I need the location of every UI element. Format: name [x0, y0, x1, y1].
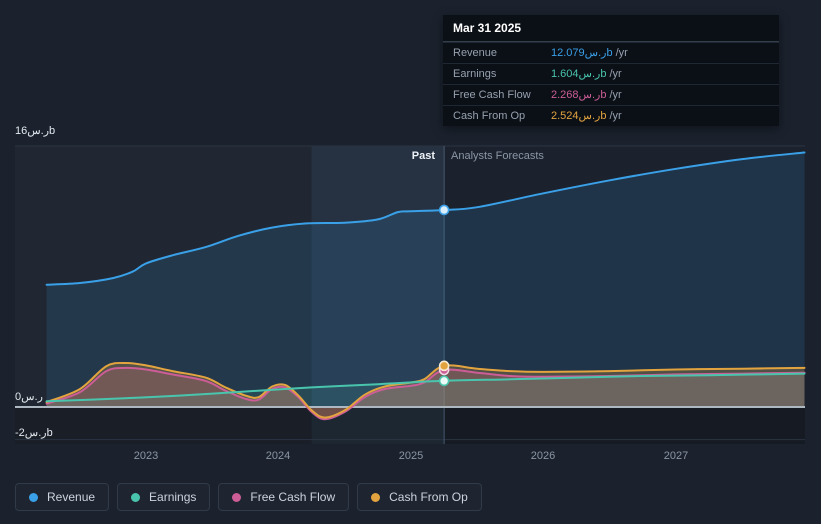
- tooltip-value: 2.268ر.سb: [551, 89, 607, 101]
- forecast-section-label: Analysts Forecasts: [451, 150, 544, 162]
- chart-panel: Past Analysts Forecasts 16ر.سb 0ر.س -2ر.…: [0, 0, 821, 524]
- x-tick-2025: 2025: [398, 450, 424, 462]
- tooltip-row-free-cash-flow: Free Cash Flow 2.268ر.سb /yr: [443, 84, 779, 105]
- tooltip-date: Mar 31 2025: [443, 15, 779, 42]
- tooltip-row-revenue: Revenue 12.079ر.سb /yr: [443, 42, 779, 63]
- cash-from-op-marker[interactable]: [438, 360, 450, 372]
- free-cash-flow-dot-icon: [232, 492, 242, 502]
- y-axis-label-negative: -2ر.سb: [15, 427, 53, 439]
- tooltip-label: Revenue: [453, 46, 498, 59]
- revenue-marker[interactable]: [438, 204, 450, 216]
- tooltip-value: 2.524ر.سb: [551, 110, 607, 122]
- x-tick-2024: 2024: [265, 450, 291, 462]
- legend-item-revenue[interactable]: Revenue: [15, 483, 110, 511]
- cash-from-op-dot-icon: [371, 492, 381, 502]
- tooltip-suffix: /yr: [609, 88, 622, 101]
- tooltip-suffix: /yr: [615, 46, 628, 59]
- legend-item-cash-from-op[interactable]: Cash From Op: [357, 483, 482, 511]
- y-axis-label-top: 16ر.سb: [15, 125, 56, 137]
- legend-label: Free Cash Flow: [250, 490, 336, 504]
- tooltip-suffix: /yr: [609, 109, 622, 122]
- x-tick-2023: 2023: [133, 450, 159, 462]
- y-axis-label-zero: 0ر.س: [15, 391, 43, 403]
- tooltip-label: Cash From Op: [453, 109, 526, 122]
- tooltip-suffix: /yr: [609, 67, 622, 80]
- tooltip-label: Free Cash Flow: [453, 88, 531, 101]
- tooltip-value: 1.604ر.سb: [551, 68, 607, 80]
- legend-item-earnings[interactable]: Earnings: [117, 483, 211, 511]
- tooltip-row-cash-from-op: Cash From Op 2.524ر.سb /yr: [443, 105, 779, 126]
- legend-label: Revenue: [47, 490, 96, 504]
- x-tick-2026: 2026: [530, 450, 556, 462]
- tooltip-label: Earnings: [453, 67, 497, 80]
- earnings-dot-icon: [131, 492, 141, 502]
- x-tick-2027: 2027: [663, 450, 689, 462]
- below-zero-region: [15, 408, 805, 444]
- past-section-label: Past: [411, 150, 435, 162]
- legend-label: Cash From Op: [389, 490, 468, 504]
- revenue-dot-icon: [29, 492, 38, 502]
- chart-tooltip: Mar 31 2025 Revenue 12.079ر.سb /yr Earni…: [443, 15, 779, 126]
- chart-legend: Revenue Earnings Free Cash Flow Cash Fro…: [15, 483, 482, 511]
- tooltip-value: 12.079ر.سb: [551, 47, 613, 59]
- legend-label: Earnings: [149, 490, 197, 504]
- earnings-marker[interactable]: [438, 375, 450, 387]
- legend-item-free-cash-flow[interactable]: Free Cash Flow: [218, 483, 350, 511]
- tooltip-row-earnings: Earnings 1.604ر.سb /yr: [443, 63, 779, 84]
